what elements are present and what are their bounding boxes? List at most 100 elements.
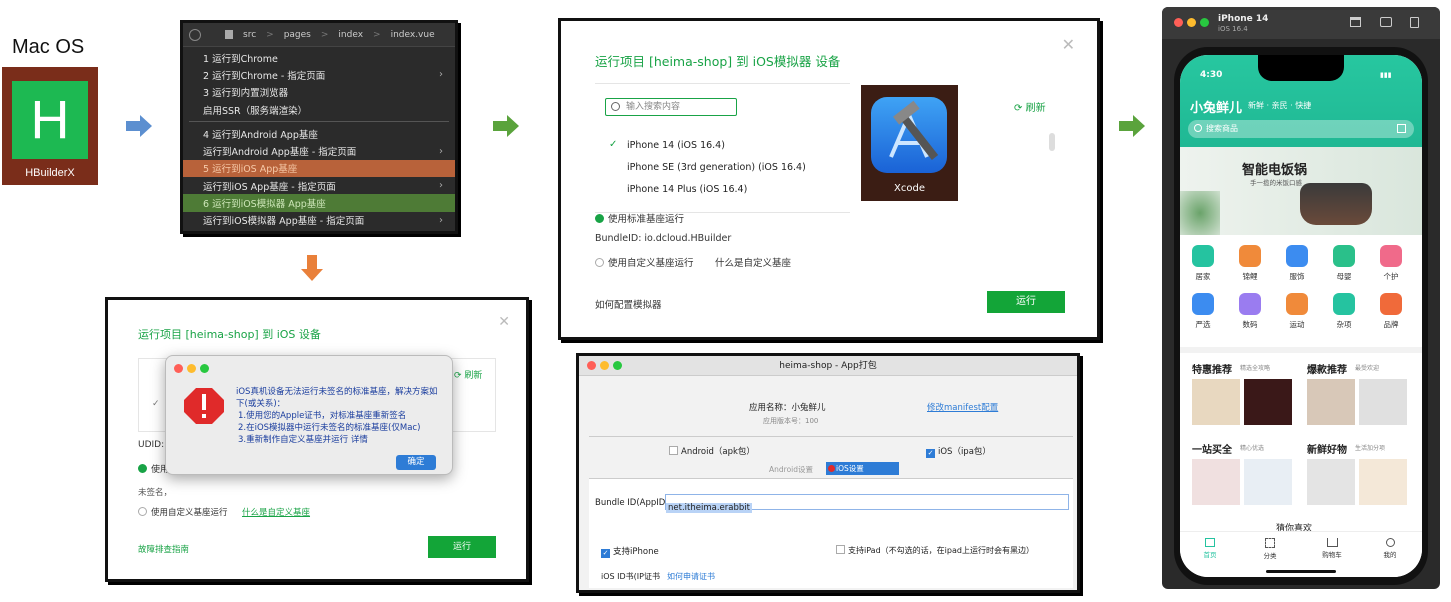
close-icon[interactable]: ✕: [1062, 35, 1075, 54]
tab-cart[interactable]: 购物车: [1314, 538, 1350, 559]
troubleshoot-link[interactable]: 故障排查指南: [138, 543, 189, 555]
unsigned-text: 未签名，: [138, 488, 173, 498]
category-icon[interactable]: [1380, 245, 1402, 267]
breadcrumb-item[interactable]: pages: [284, 30, 311, 40]
tab-category[interactable]: 分类: [1252, 538, 1288, 560]
promo-card[interactable]: 特惠推荐 精选全攻略: [1180, 355, 1301, 431]
std-base-option[interactable]: 使用标准基座运行: [595, 211, 684, 225]
scan-icon[interactable]: [1397, 124, 1406, 133]
what-custom-base-link[interactable]: 什么是自定义基座: [715, 255, 791, 269]
tab-home[interactable]: 首页: [1192, 538, 1228, 559]
support-iphone-checkbox[interactable]: ✓ 支持iPhone: [601, 545, 659, 558]
breadcrumb-item[interactable]: index.vue: [391, 30, 435, 40]
device-search-input[interactable]: 输入搜索内容: [605, 98, 737, 116]
category-icon[interactable]: [1286, 293, 1308, 315]
support-ipad-checkbox[interactable]: 支持iPad（不勾选的话，在ipad上运行时会有黑边）: [836, 545, 1034, 556]
rotate-icon[interactable]: [1410, 17, 1419, 28]
promo-card[interactable]: 一站买全 精心优选: [1180, 437, 1301, 513]
home-icon: [1205, 538, 1215, 547]
category-label: 锦鲤: [1242, 272, 1258, 281]
ok-button[interactable]: 确定: [396, 455, 436, 470]
ios-checkbox[interactable]: ✓ iOS（ipa包）: [926, 445, 991, 458]
app-slogan: 新鲜 · 亲民 · 快捷: [1248, 101, 1312, 110]
promo-card[interactable]: 爆款推荐 最受欢迎: [1301, 355, 1422, 431]
section-divider: [1180, 347, 1422, 353]
menu-item-run-chrome[interactable]: 1 运行到Chrome: [183, 49, 455, 66]
category-icon[interactable]: [1192, 293, 1214, 315]
custom-base-option[interactable]: 使用自定义基座运行: [138, 506, 228, 518]
product-image: [1192, 459, 1240, 505]
window-zoom-icon[interactable]: [1200, 18, 1209, 27]
menu-item-label: 1 运行到Chrome: [203, 53, 278, 65]
category-icon[interactable]: [1239, 245, 1261, 267]
breadcrumb-item[interactable]: index: [338, 30, 363, 40]
menu-item-run-ios-simulator-page[interactable]: 运行到iOS模拟器 App基座 - 指定页面 ›: [183, 212, 455, 229]
manifest-link[interactable]: 修改manifest配置: [927, 401, 998, 413]
menu-item-run-android[interactable]: 4 运行到Android App基座: [183, 125, 455, 142]
bundle-id-value: net.itheima.erabbit: [666, 503, 752, 513]
menu-item-run-android-page[interactable]: 运行到Android App基座 - 指定页面 ›: [183, 142, 455, 159]
product-image: [1359, 379, 1407, 425]
product-image: [1244, 459, 1292, 505]
radio-icon: [595, 258, 604, 267]
window-close-icon[interactable]: [587, 361, 596, 370]
device-item[interactable]: iPhone 14 (iOS 16.4): [627, 140, 725, 151]
bundle-id-input[interactable]: net.itheima.erabbit: [665, 494, 1069, 513]
menu-item-run-ios-page[interactable]: 运行到iOS App基座 - 指定页面 ›: [183, 177, 455, 194]
divider: [589, 436, 1073, 437]
window-minimize-icon[interactable]: [600, 361, 609, 370]
category-label: 品牌: [1383, 320, 1399, 329]
category-label: 居家: [1195, 272, 1211, 281]
category-icon[interactable]: [1192, 245, 1214, 267]
category-label: 运动: [1289, 320, 1305, 329]
chevron-right-icon: ›: [439, 145, 443, 157]
window-zoom-icon[interactable]: [613, 361, 622, 370]
menu-item-run-ios[interactable]: 5 运行到iOS App基座: [183, 159, 455, 178]
refresh-button[interactable]: ⟳ 刷新: [454, 368, 482, 381]
category-icon[interactable]: [1333, 293, 1355, 315]
android-checkbox[interactable]: Android（apk包）: [669, 445, 755, 457]
device-list-scrollbar[interactable]: [1049, 133, 1055, 151]
window-close-icon[interactable]: [174, 364, 183, 373]
menu-item-label: 运行到iOS App基座 - 指定页面: [203, 181, 336, 193]
tab-profile[interactable]: 我的: [1372, 538, 1408, 559]
search-bar[interactable]: 搜索商品: [1188, 120, 1414, 138]
menu-item-run-builtin-browser[interactable]: 3 运行到内置浏览器: [183, 84, 455, 101]
check-icon: ✓: [609, 139, 618, 150]
category-label: 个护: [1383, 272, 1399, 281]
custom-base-option[interactable]: 使用自定义基座运行: [595, 255, 694, 269]
category-icon[interactable]: [1380, 293, 1402, 315]
dialog-title: 运行项目 [heima-shop] 到 iOS模拟器 设备: [595, 54, 841, 69]
category-icon[interactable]: [1239, 293, 1261, 315]
how-cert-link[interactable]: 如何申请证书: [667, 571, 715, 582]
run-button[interactable]: 运行: [428, 536, 496, 558]
run-button[interactable]: 运行: [987, 291, 1065, 313]
back-icon[interactable]: [189, 28, 201, 41]
home-icon[interactable]: [1350, 17, 1361, 27]
category-label: 数码: [1242, 320, 1258, 329]
hbuilderx-caption: HBuilderX: [25, 167, 75, 179]
device-item[interactable]: iPhone SE (3rd generation) (iOS 16.4): [627, 162, 806, 173]
screenshot-icon[interactable]: [1380, 17, 1392, 27]
checkbox-checked-icon: ✓: [926, 449, 935, 458]
what-custom-base-link[interactable]: 什么是自定义基座: [242, 506, 310, 518]
how-config-sim-link[interactable]: 如何配置模拟器: [595, 297, 662, 311]
tab-android-settings[interactable]: Android设置: [769, 464, 813, 475]
banner[interactable]: 智能电饭锅 手一揽的米饭口感: [1180, 147, 1422, 235]
menu-item-enable-ssr[interactable]: 启用SSR（服务端渲染）: [183, 101, 455, 118]
refresh-button[interactable]: ⟳ 刷新: [1014, 99, 1046, 114]
window-zoom-icon[interactable]: [200, 364, 209, 373]
tab-ios-settings[interactable]: iOS设置: [826, 462, 899, 475]
window-close-icon[interactable]: [1174, 18, 1183, 27]
alert-line: 1.使用您的Apple证书，对标准基座重新签名: [238, 411, 407, 421]
category-icon[interactable]: [1333, 245, 1355, 267]
menu-item-run-ios-simulator[interactable]: 6 运行到iOS模拟器 App基座: [183, 194, 455, 212]
promo-card[interactable]: 新鲜好物 生活加分项: [1301, 437, 1422, 513]
menu-item-run-chrome-page[interactable]: 2 运行到Chrome - 指定页面 ›: [183, 66, 455, 83]
category-icon[interactable]: [1286, 245, 1308, 267]
breadcrumb-item[interactable]: src: [243, 30, 256, 40]
window-minimize-icon[interactable]: [1187, 18, 1196, 27]
close-icon[interactable]: ✕: [498, 314, 510, 330]
device-item[interactable]: iPhone 14 Plus (iOS 16.4): [627, 184, 747, 195]
window-minimize-icon[interactable]: [187, 364, 196, 373]
